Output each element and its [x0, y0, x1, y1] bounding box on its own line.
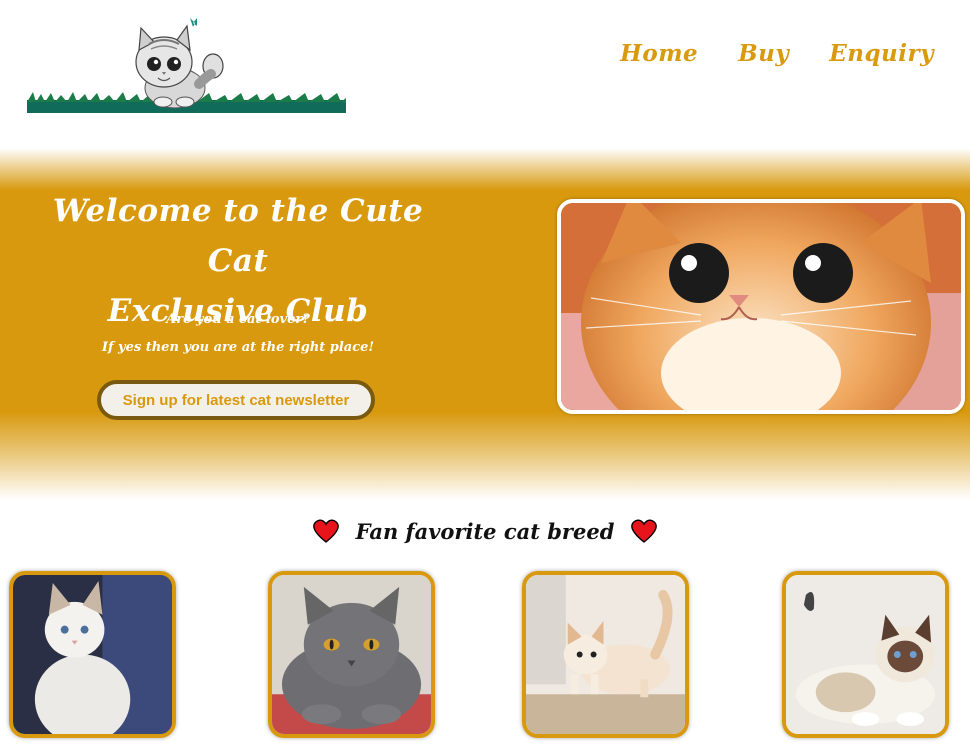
- gray-cat-image: [272, 575, 431, 734]
- cat-logo-icon: [27, 18, 346, 113]
- hero-subtitle-line2: If yes then you are at the right place!: [101, 340, 375, 355]
- hero-subtitle-line1: Are you a cat lover?: [166, 312, 310, 327]
- breed-card-birman[interactable]: [782, 571, 949, 738]
- breed-card-british-shorthair[interactable]: [268, 571, 435, 738]
- breeds-heading: Fan favorite cat breed: [0, 518, 970, 544]
- heart-icon: [312, 519, 339, 543]
- nav-enquiry-link[interactable]: Enquiry: [829, 40, 934, 67]
- orange-kitten-image: [561, 203, 961, 410]
- nav-buy-link[interactable]: Buy: [738, 40, 789, 67]
- cream-kitten-image: [526, 575, 685, 734]
- breed-card-ragdoll[interactable]: [9, 571, 176, 738]
- hero-title-line1: Welcome to the Cute Cat: [52, 193, 424, 279]
- breeds-title: Fan favorite cat breed: [355, 518, 615, 544]
- newsletter-signup-button[interactable]: Sign up for latest cat newsletter: [97, 380, 375, 420]
- white-kitten-image: [13, 575, 172, 734]
- birman-cat-image: [786, 575, 945, 734]
- site-logo[interactable]: [27, 14, 346, 114]
- hero-subtitle: Are you a cat lover? If yes then you are…: [20, 306, 456, 362]
- breed-card-munchkin[interactable]: [522, 571, 689, 738]
- page: Home Buy Enquiry Welcome to the Cute Cat…: [0, 0, 970, 750]
- main-nav: Home Buy Enquiry: [620, 40, 934, 67]
- nav-home-link[interactable]: Home: [620, 40, 698, 67]
- hero-section: Welcome to the Cute Cat Exclusive Club A…: [0, 148, 970, 500]
- heart-icon: [631, 519, 658, 543]
- hero-cat-photo: [557, 199, 965, 414]
